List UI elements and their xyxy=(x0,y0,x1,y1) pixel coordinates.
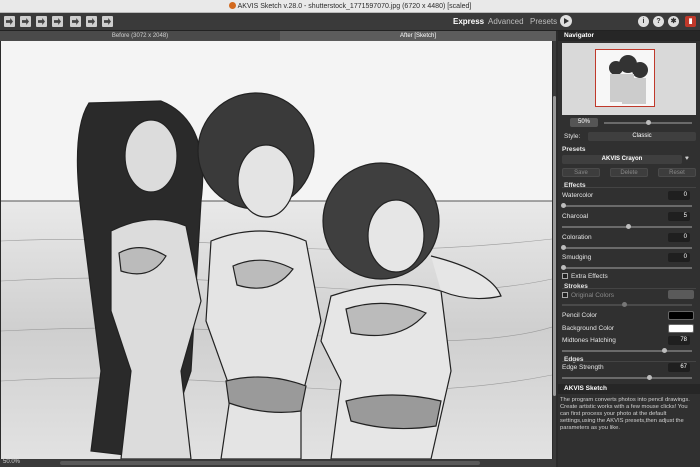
pencil-color-label: Pencil Color xyxy=(562,312,598,319)
original-colors-slider xyxy=(562,304,692,306)
view-tabs: Before (3072 x 2048) After [Sketch] xyxy=(0,31,556,41)
original-colors-slider-knob xyxy=(622,302,627,307)
style-label: Style: xyxy=(564,133,581,140)
print-icon[interactable] xyxy=(52,16,63,27)
open-file-icon[interactable] xyxy=(20,16,31,27)
edge-strength-label: Edge Strength xyxy=(562,364,604,371)
original-colors-checkbox[interactable] xyxy=(562,292,568,298)
smudging-slider[interactable] xyxy=(562,267,692,269)
zoom-slider-knob[interactable] xyxy=(646,120,651,125)
watercolor-slider-knob[interactable] xyxy=(561,203,566,208)
favorite-heart-icon[interactable]: ♥ xyxy=(685,155,689,162)
toolbar: Express Advanced Presets i ? ✱ ▮ xyxy=(0,13,700,31)
extra-effects-label: Extra Effects xyxy=(571,273,608,280)
navigator-preview[interactable] xyxy=(562,43,696,115)
background-color-swatch[interactable] xyxy=(668,324,694,333)
about-text: The program converts photos into pencil … xyxy=(560,397,690,431)
sketch-image xyxy=(1,92,552,459)
tab-after[interactable]: After [Sketch] xyxy=(280,31,556,41)
tab-before[interactable]: Before (3072 x 2048) xyxy=(0,31,280,41)
midtones-hatching-value[interactable]: 78 xyxy=(668,336,690,345)
midtones-hatching-slider-knob[interactable] xyxy=(662,348,667,353)
presets-select[interactable]: AKVIS Crayon xyxy=(562,155,682,164)
charcoal-slider-knob[interactable] xyxy=(626,224,631,229)
preset-delete-button[interactable]: Delete xyxy=(610,168,648,177)
pencil-color-swatch[interactable] xyxy=(668,311,694,320)
run-play-icon[interactable] xyxy=(560,15,572,27)
image-canvas[interactable] xyxy=(1,41,552,459)
coloration-value[interactable]: 0 xyxy=(668,233,690,242)
coloration-label: Coloration xyxy=(562,234,592,241)
settings-panel: Navigator 50% Style: Classic Presets AKV… xyxy=(558,31,700,467)
edge-strength-slider-knob[interactable] xyxy=(647,375,652,380)
edges-separator xyxy=(562,361,696,362)
original-colors-swatch xyxy=(668,290,694,299)
preset-save-button[interactable]: Save xyxy=(562,168,600,177)
coloration-slider[interactable] xyxy=(562,247,692,249)
vertical-scrollbar[interactable] xyxy=(553,41,556,459)
charcoal-label: Charcoal xyxy=(562,213,589,220)
home-icon[interactable] xyxy=(4,16,15,27)
app-icon xyxy=(228,2,236,9)
info-icon[interactable]: i xyxy=(638,16,649,27)
watercolor-value[interactable]: 0 xyxy=(668,191,690,200)
charcoal-value[interactable]: 5 xyxy=(668,212,690,221)
horizontal-scrollbar[interactable] xyxy=(60,461,480,465)
status-bar: 50.0% xyxy=(0,459,556,467)
smudging-slider-knob[interactable] xyxy=(561,265,566,270)
coloration-slider-knob[interactable] xyxy=(561,245,566,250)
extra-effects-checkbox[interactable] xyxy=(562,273,568,279)
effects-separator xyxy=(562,187,696,188)
style-select[interactable]: Classic xyxy=(588,132,696,141)
mode-express[interactable]: Express xyxy=(453,17,484,26)
background-color-label: Background Color xyxy=(562,325,615,332)
edge-strength-slider[interactable] xyxy=(562,377,692,379)
share-icon[interactable] xyxy=(70,16,81,27)
zoom-select[interactable]: 50% xyxy=(570,118,598,127)
presets-header: Presets xyxy=(562,146,586,153)
watercolor-label: Watercolor xyxy=(562,192,594,199)
about-header: AKVIS Sketch xyxy=(558,384,700,394)
navigator-header: Navigator xyxy=(558,31,700,41)
title-bar: AKVIS Sketch v.28.0 - shutterstock_17715… xyxy=(0,0,700,13)
figure-left xyxy=(76,100,204,459)
vertical-scroll-thumb[interactable] xyxy=(553,96,556,396)
settings-gear-icon[interactable]: ✱ xyxy=(668,16,679,27)
navigator-viewport-frame[interactable] xyxy=(595,49,655,107)
midtones-hatching-slider[interactable] xyxy=(562,350,692,352)
smudging-value[interactable]: 0 xyxy=(668,253,690,262)
help-icon[interactable]: ? xyxy=(653,16,664,27)
tutorial-book-icon[interactable]: ▮ xyxy=(685,16,696,27)
window-title-wrap: AKVIS Sketch v.28.0 - shutterstock_17715… xyxy=(0,2,700,10)
status-zoom: 50.0% xyxy=(3,459,21,465)
mode-advanced[interactable]: Advanced xyxy=(488,17,524,26)
save-file-icon[interactable] xyxy=(36,16,47,27)
mode-presets[interactable]: Presets xyxy=(530,17,557,26)
original-colors-label: Original Colors xyxy=(571,292,614,299)
strokes-separator xyxy=(562,288,696,289)
watercolor-slider[interactable] xyxy=(562,205,692,207)
smudging-label: Smudging xyxy=(562,254,592,261)
preset-reset-button[interactable]: Reset xyxy=(658,168,696,177)
plugin-icon[interactable] xyxy=(102,16,113,27)
window-title: AKVIS Sketch v.28.0 - shutterstock_17715… xyxy=(237,3,472,10)
midtones-hatching-label: Midtones Hatching xyxy=(562,337,616,344)
batch-icon[interactable] xyxy=(86,16,97,27)
edge-strength-value[interactable]: 67 xyxy=(668,363,690,372)
